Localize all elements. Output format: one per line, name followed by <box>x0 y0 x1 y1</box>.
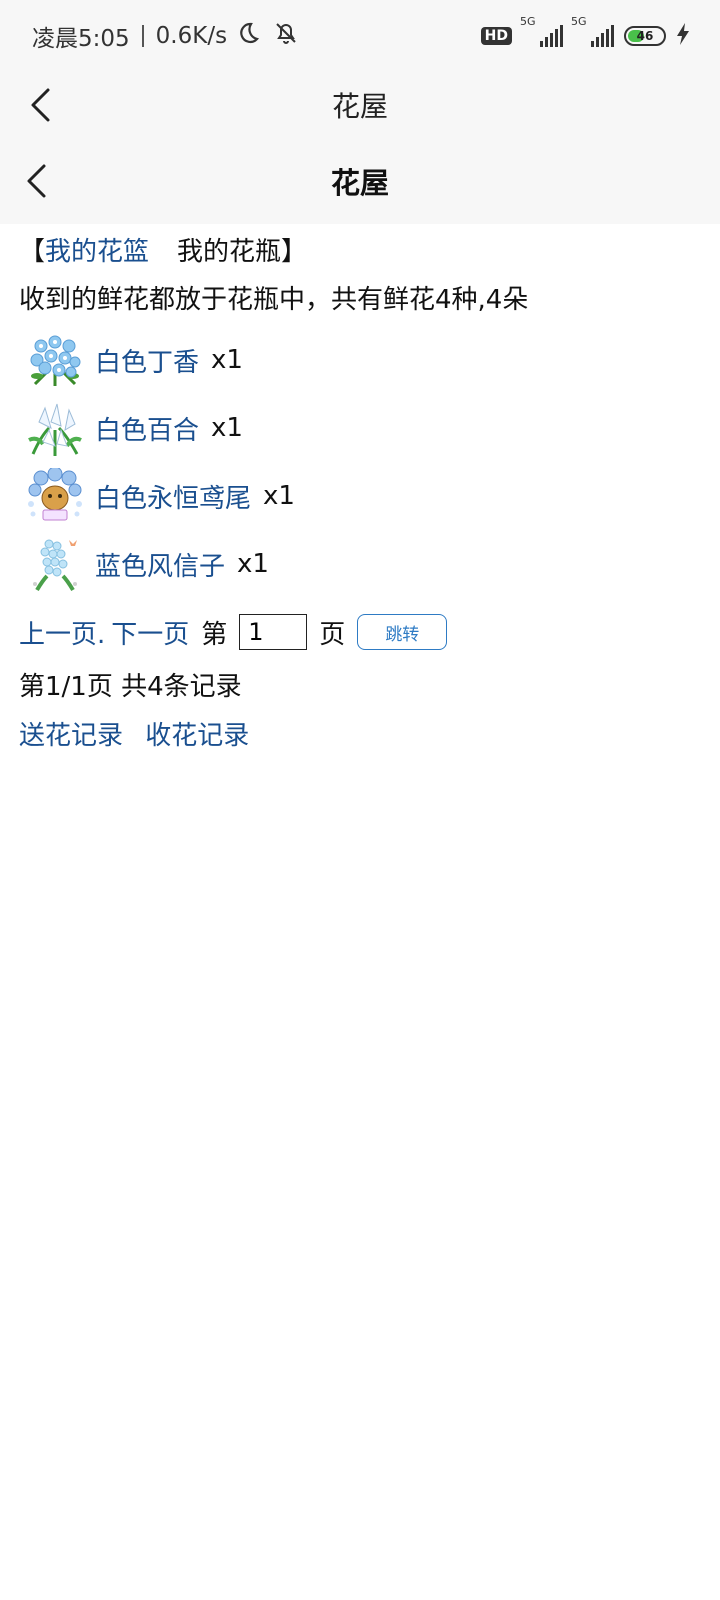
flower-quantity: x1 <box>263 481 295 511</box>
status-bar: 凌晨5:05 0.6K/s HD 5G 5G 46 <box>0 0 720 72</box>
next-page-link[interactable]: 下一页 <box>111 614 189 651</box>
status-separator <box>141 25 144 47</box>
receive-records-link[interactable]: 收花记录 <box>145 721 249 751</box>
app-header: 花屋 <box>0 72 720 138</box>
app-header-title: 花屋 <box>331 90 388 123</box>
list-item: 白色百合 x1 <box>19 394 699 462</box>
flower-list: 白色丁香 x1 白色百合 x1 白色永恒鸢尾 x1 蓝色风信子 x1 <box>19 326 699 598</box>
page-header: 花屋 <box>0 138 720 224</box>
records-links: 送花记录 收花记录 <box>19 710 699 762</box>
sim1-label: 5G <box>520 15 536 28</box>
flower-cluster-blue-icon <box>27 332 83 388</box>
page-suffix: 页 <box>319 619 346 650</box>
battery-icon: 46 <box>624 26 666 46</box>
send-records-link[interactable]: 送花记录 <box>19 721 123 751</box>
page-number-input[interactable] <box>239 614 308 650</box>
close-bracket: 】 <box>281 237 308 267</box>
pager: 上一页. 下一页 第 页 跳转 <box>19 604 699 660</box>
charging-icon <box>676 22 690 50</box>
status-network-speed: 0.6K/s <box>155 23 228 49</box>
flower-name-link[interactable]: 蓝色风信子 <box>95 546 225 583</box>
signal-2-icon: 5G <box>571 15 614 47</box>
prev-page-link[interactable]: 上一页. <box>19 614 105 651</box>
open-bracket: 【 <box>19 237 46 267</box>
main-content: 【我的花篮 我的花瓶】 收到的鲜花都放于花瓶中，共有鲜花4种,4朵 白色丁香 x1 <box>19 230 699 762</box>
hyacinth-icon <box>27 536 83 592</box>
flower-quantity: x1 <box>237 549 269 579</box>
status-right: HD 5G 5G 46 <box>480 15 690 50</box>
flower-name-link[interactable]: 白色丁香 <box>95 342 199 379</box>
flower-name-link[interactable]: 白色百合 <box>95 410 199 447</box>
status-time: 凌晨5:05 <box>32 26 130 52</box>
page-prefix: 第 <box>201 619 228 650</box>
page-title: 花屋 <box>330 166 389 200</box>
hd-badge: HD <box>480 27 512 45</box>
moon-icon <box>235 20 261 52</box>
flower-name-link[interactable]: 白色永恒鸢尾 <box>95 478 251 515</box>
bell-off-icon <box>273 20 299 52</box>
iris-bouquet-icon <box>27 468 83 524</box>
list-item: 白色永恒鸢尾 x1 <box>19 462 699 530</box>
sim2-label: 5G <box>571 15 587 28</box>
page-info: 第1/1页 共4条记录 <box>19 672 242 702</box>
flower-quantity: x1 <box>211 345 243 375</box>
vase-description: 收到的鲜花都放于花瓶中，共有鲜花4种,4朵 <box>19 285 529 315</box>
lily-white-icon <box>27 400 83 456</box>
list-item: 白色丁香 x1 <box>19 326 699 394</box>
tab-row: 【我的花篮 我的花瓶】 <box>19 230 699 274</box>
tab-my-vase: 我的花瓶 <box>177 237 282 267</box>
tab-my-basket[interactable]: 我的花篮 <box>45 237 149 267</box>
jump-button[interactable]: 跳转 <box>357 614 448 650</box>
list-item: 蓝色风信子 x1 <box>19 530 699 598</box>
battery-percent: 46 <box>636 29 654 43</box>
status-left: 凌晨5:05 0.6K/s <box>32 19 299 53</box>
signal-1-icon: 5G <box>520 15 563 47</box>
flower-quantity: x1 <box>211 413 243 443</box>
